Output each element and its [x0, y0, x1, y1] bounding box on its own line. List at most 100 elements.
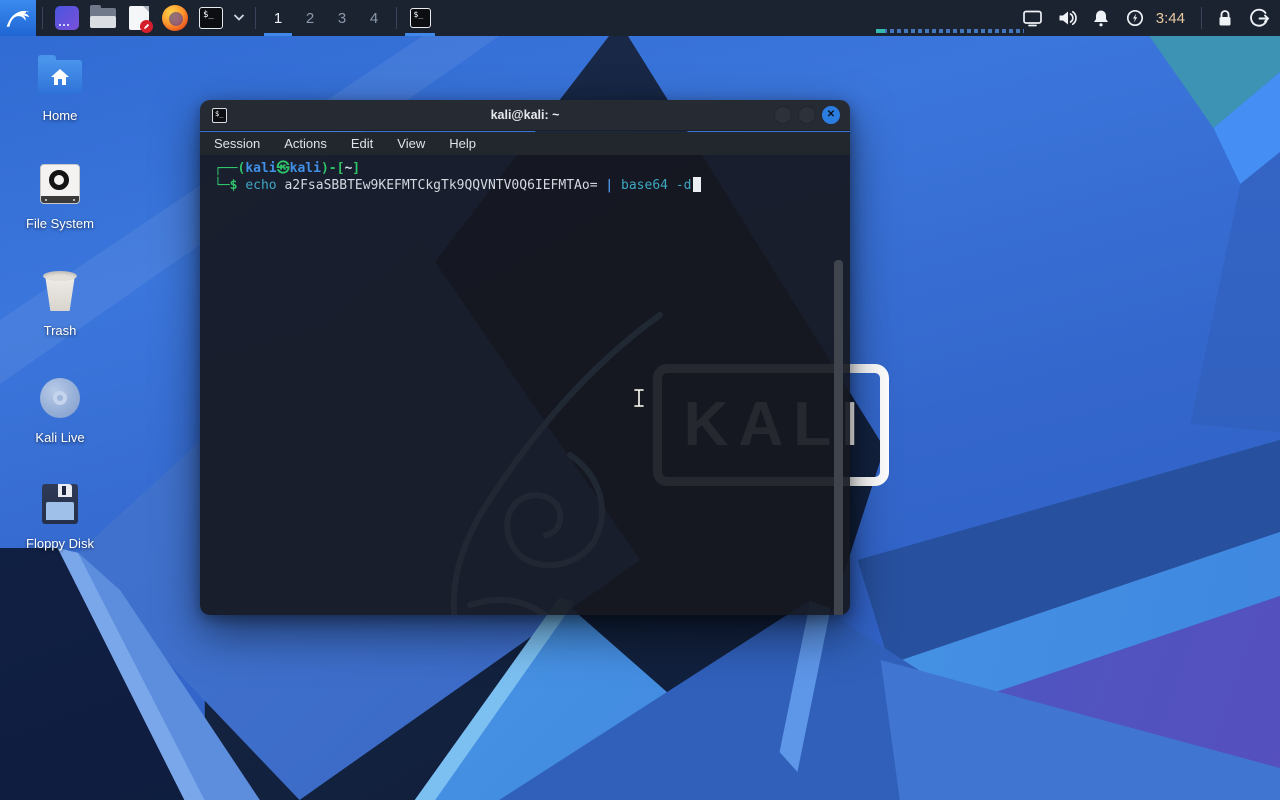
terminal-window: $_ kali@kali: ~ ✕ Session Actions Edit V… [200, 100, 850, 615]
desktop-icon-label: Floppy Disk [26, 536, 94, 551]
desktop-icon-label: Kali Live [35, 430, 85, 445]
taskbar-window-terminal[interactable]: $_ [403, 0, 437, 36]
trash-rim [43, 271, 77, 281]
logout-icon [1249, 8, 1269, 27]
terminal-icon: $_ [199, 7, 223, 29]
disc-center [57, 395, 63, 401]
chevron-down-icon[interactable] [233, 14, 245, 22]
desktop-icon-label: File System [26, 216, 94, 231]
floppy-notch [62, 486, 66, 495]
page-fold [143, 6, 149, 12]
workspace-number: 3 [337, 9, 347, 27]
hard-drive-icon [36, 160, 84, 208]
launcher-text-editor[interactable] [124, 3, 154, 33]
text-cursor-pointer [633, 388, 645, 408]
panel-separator [1201, 7, 1202, 29]
command-argument: a2FsaSBBTEw9KEFMTCkgTk9QQVNTV0Q6IEFMTAo= [284, 178, 598, 193]
updates-indicator[interactable] [1118, 0, 1152, 36]
floppy-label-area [46, 502, 74, 520]
menu-help[interactable]: Help [449, 136, 476, 151]
edit-badge [140, 20, 153, 33]
launcher-app[interactable] [52, 3, 82, 33]
drive-led [45, 199, 47, 201]
workspace-2[interactable]: 2 [294, 0, 326, 36]
desktop-icon-label: Home [42, 108, 78, 123]
kali-dragon-watermark [450, 312, 663, 615]
folder-icon [90, 5, 116, 28]
drive-ring [49, 170, 69, 190]
logout-button[interactable] [1242, 0, 1276, 36]
desktop-icon-kali-live[interactable]: Kali Live [5, 374, 115, 445]
app-dots [59, 24, 71, 26]
terminal-titlebar[interactable]: $_ kali@kali: ~ ✕ [200, 100, 850, 131]
menu-view[interactable]: View [397, 136, 425, 151]
prompt-line-2: └─$ echo a2FsaSBBTEw9KEFMTCkgTk9QQVNTV0Q… [214, 177, 836, 194]
menu-edit[interactable]: Edit [351, 136, 373, 151]
maximize-button[interactable] [798, 106, 816, 124]
workspace-1[interactable]: 1 [262, 0, 294, 36]
menu-session[interactable]: Session [214, 136, 260, 151]
terminal-cursor [693, 177, 702, 192]
desktop-icon-trash[interactable]: Trash [5, 267, 115, 338]
prompt-host: kali [289, 161, 321, 176]
command-flag: -d [675, 178, 692, 193]
prompt-at-symbol: ㉿ [276, 161, 290, 176]
scrollbar-thumb[interactable] [834, 260, 843, 615]
prompt-frame: └─$ [214, 178, 238, 193]
command-base64: base64 [621, 178, 668, 193]
firefox-icon [162, 5, 188, 31]
notifications-indicator[interactable] [1084, 0, 1118, 36]
system-tray: 3:44 [1016, 0, 1280, 36]
terminal-body[interactable]: ┌──(kali㉿kali)-[~] └─$ echo a2FsaSBBTEw9… [200, 155, 850, 615]
lock-icon [1219, 10, 1231, 26]
panel-separator [42, 7, 43, 29]
prompt-line-1: ┌──(kali㉿kali)-[~] [214, 160, 836, 177]
drive-led [73, 199, 75, 201]
pipe-operator: | [605, 178, 614, 193]
prompt-frame: ┌──( [214, 161, 246, 176]
desktop-icon-floppy-disk[interactable]: Floppy Disk [5, 480, 115, 551]
close-button[interactable]: ✕ [822, 106, 840, 124]
speaker-icon [1059, 10, 1077, 26]
clipped-text-artifact [876, 29, 1024, 33]
panel-separator [255, 7, 256, 29]
lock-screen-button[interactable] [1208, 0, 1242, 36]
floppy-icon [36, 480, 84, 528]
minimize-button[interactable] [774, 106, 792, 124]
trash-icon [36, 267, 84, 315]
window-title: kali@kali: ~ [490, 108, 560, 122]
terminal-icon: $_ [409, 8, 431, 28]
desktop-icon-label: Trash [43, 323, 77, 338]
applications-menu-button[interactable] [0, 0, 36, 36]
workspace-number: 4 [369, 9, 379, 27]
display-icon [1023, 10, 1043, 27]
desktop-icon-file-system[interactable]: File System [5, 160, 115, 231]
document-icon [129, 6, 153, 33]
top-panel: $_ 1 2 3 4 $_ 3:44 [0, 0, 1280, 36]
prompt-frame: ] [352, 161, 361, 176]
prompt-frame: )-[ [320, 161, 345, 176]
kali-logo-icon [6, 10, 30, 27]
workspace-3[interactable]: 3 [326, 0, 358, 36]
panel-separator [396, 7, 397, 29]
folder-front [90, 16, 116, 28]
volume-indicator[interactable] [1050, 0, 1084, 36]
prompt-user: kali [245, 161, 277, 176]
workspace-4[interactable]: 4 [358, 0, 390, 36]
home-folder-icon [36, 52, 84, 100]
pencil-icon [143, 23, 150, 30]
desktop-screen: KALI Home File System Trash [0, 0, 1280, 800]
launcher-file-manager[interactable] [88, 3, 118, 33]
launcher-firefox[interactable] [160, 3, 190, 33]
command-echo: echo [245, 178, 277, 193]
launcher-terminal[interactable]: $_ [196, 3, 226, 33]
panel-clock[interactable]: 3:44 [1152, 10, 1195, 27]
menu-actions[interactable]: Actions [284, 136, 327, 151]
home-icon [51, 69, 69, 85]
update-icon [1126, 9, 1143, 27]
app-window-icon [55, 6, 79, 30]
desktop-icon-home[interactable]: Home [5, 52, 115, 123]
workspace-number: 1 [273, 9, 283, 27]
bell-icon [1093, 10, 1108, 27]
terminal-icon: $_ [212, 107, 227, 123]
